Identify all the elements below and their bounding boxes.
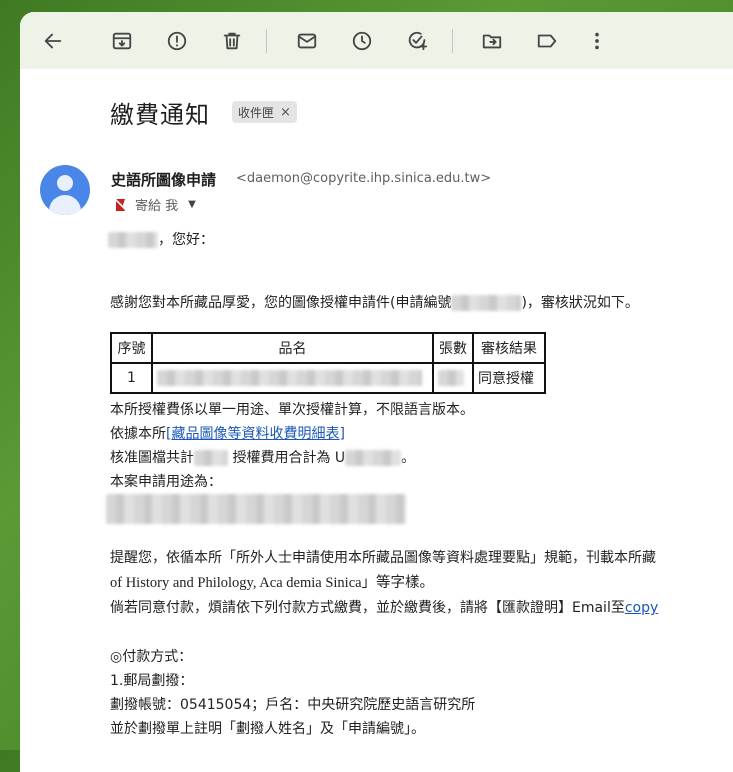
recipient-text: 寄給 我 — [135, 199, 179, 214]
mark-unread-icon[interactable] — [294, 28, 320, 54]
usage-redacted-line — [106, 494, 406, 524]
approval-line: 核准圖檔共計 授權費用合計為 U 。 — [110, 447, 415, 467]
redacted-application-number — [451, 295, 522, 311]
report-spam-icon[interactable] — [164, 28, 190, 54]
more-vert-icon[interactable] — [584, 28, 610, 54]
redacted-amount — [345, 450, 402, 466]
toolbar-separator — [452, 29, 453, 53]
avatar-body-shape — [49, 195, 81, 215]
table-header: 品名 — [151, 332, 434, 364]
approval-text-c: 。 — [401, 450, 416, 466]
review-table: 序號 品名 張數 審核結果 1 同意授權 — [110, 332, 546, 394]
approval-text-a: 核准圖檔共計 — [110, 450, 194, 466]
payment-note: 並於劃撥單上註明「劃撥人姓名」及「申請編號」。 — [110, 721, 425, 737]
table-header: 審核結果 — [472, 332, 546, 364]
toolbar — [20, 12, 733, 69]
table-row: 1 同意授權 — [110, 362, 546, 394]
reminder-line-3: 倘若同意付款，煩請依下列付款方式繳費，並於繳費後，請將【匯款證明】Email至c… — [110, 597, 658, 617]
table-cell-redacted — [432, 362, 474, 394]
greeting-line: ，您好： — [108, 229, 214, 249]
important-marker-icon[interactable] — [113, 197, 129, 213]
add-task-icon[interactable] — [404, 28, 430, 54]
email-window: 繳費通知 收件匣 × 史語所圖像申請 <daemon@copyrite.ihp.… — [20, 12, 733, 772]
label-icon[interactable] — [534, 28, 560, 54]
label-chip-text: 收件匣 — [238, 105, 275, 120]
delete-icon[interactable] — [219, 28, 245, 54]
table-header: 張數 — [432, 332, 474, 364]
reminder-line-2: of History and Philology, Aca demia Sini… — [110, 575, 435, 591]
redacted-name — [108, 232, 158, 248]
usage-line: 本案申請用途為： — [110, 474, 222, 490]
thanks-text-b: )，審核狀況如下。 — [521, 295, 639, 311]
greeting-suffix: ，您好： — [158, 232, 214, 248]
fee-schedule-line: 依據本所[藏品圖像等資料收費明細表] — [110, 423, 345, 443]
reminder-line-3-text: 倘若同意付款，煩請依下列付款方式繳費，並於繳費後，請將【匯款證明】Email至 — [110, 600, 625, 616]
label-chip-inbox[interactable]: 收件匣 × — [232, 101, 297, 123]
payment-account: 劃撥帳號：05415054；戶名：中央研究院歷史語言研究所 — [110, 697, 476, 713]
move-to-icon[interactable] — [479, 28, 505, 54]
approval-text-b: 授權費用合計為 U — [232, 450, 346, 466]
fee-rule-line: 本所授權費係以單一用途、單次授權計算，不限語言版本。 — [110, 402, 474, 418]
toolbar-separator — [266, 29, 267, 53]
reminder-line-1: 提醒您，依循本所「所外人士申請使用本所藏品圖像等資料處理要點」規範，刊載本所藏 — [110, 550, 656, 566]
recipient-row[interactable]: 寄給 我 ▼ — [113, 195, 196, 214]
chevron-down-icon[interactable]: ▼ — [188, 199, 196, 210]
payment-title: ◎付款方式： — [110, 649, 193, 665]
table-cell: 同意授權 — [472, 362, 546, 394]
table-cell-redacted — [151, 362, 434, 394]
back-icon[interactable] — [40, 28, 66, 54]
sender-email: <daemon@copyrite.ihp.sinica.edu.tw> — [236, 171, 492, 186]
redacted-count — [194, 450, 228, 466]
table-cell: 1 — [110, 362, 153, 394]
payment-option-1: 1.郵局劃撥： — [110, 673, 194, 689]
archive-icon[interactable] — [109, 28, 135, 54]
fee-schedule-link[interactable]: [藏品圖像等資料收費明細表] — [166, 426, 345, 442]
sender-name[interactable]: 史語所圖像申請 — [111, 169, 216, 190]
redacted-usage — [106, 494, 406, 524]
fee-schedule-prefix: 依據本所 — [110, 426, 166, 442]
snooze-icon[interactable] — [349, 28, 375, 54]
thanks-text-a: 感謝您對本所藏品厚愛，您的圖像授權申請件(申請編號 — [110, 295, 452, 311]
table-header: 序號 — [110, 332, 153, 364]
avatar-head-shape — [57, 175, 73, 191]
label-remove-icon[interactable]: × — [280, 105, 291, 120]
email-subject: 繳費通知 — [110, 101, 210, 129]
email-link[interactable]: copy — [625, 600, 658, 616]
avatar[interactable] — [40, 165, 90, 215]
thanks-line: 感謝您對本所藏品厚愛，您的圖像授權申請件(申請編號 )，審核狀況如下。 — [110, 292, 639, 312]
table-header-row: 序號 品名 張數 審核結果 — [110, 332, 546, 364]
